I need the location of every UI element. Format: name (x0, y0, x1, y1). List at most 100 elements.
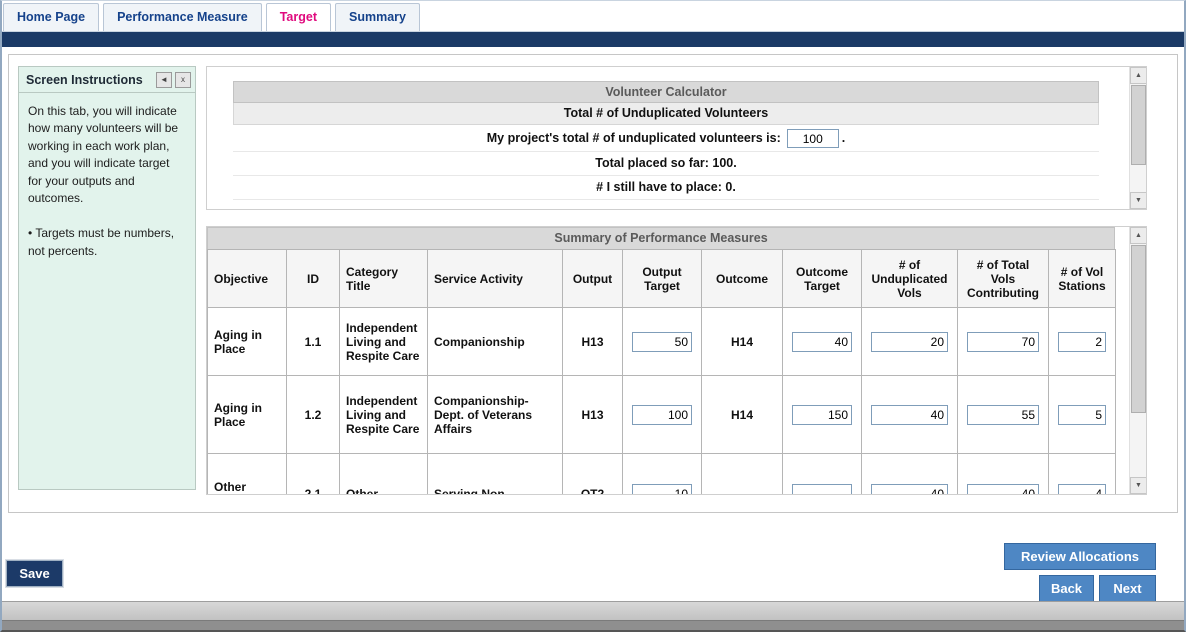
tab-bar: Home Page Performance Measure Target Sum… (2, 1, 1184, 32)
scroll-down-icon[interactable]: ▼ (1130, 477, 1147, 494)
cell-outcome-target (783, 376, 862, 454)
performance-measures-title: Summary of Performance Measures (207, 227, 1115, 249)
save-button[interactable]: Save (6, 560, 63, 587)
calculator-subtitle: Total # of Unduplicated Volunteers (233, 103, 1099, 125)
cell-total-vols (958, 308, 1049, 376)
total-placed-text: Total placed so far: 100. (233, 152, 1099, 176)
instructions-paragraph: On this tab, you will indicate how many … (28, 103, 186, 207)
output-target-input[interactable] (632, 332, 692, 352)
output-target-input[interactable] (632, 405, 692, 425)
total-vols-input[interactable] (967, 405, 1039, 425)
summary-scrollbar-thumb[interactable] (1131, 245, 1146, 413)
unduplicated-volunteers-row: My project's total # of unduplicated vol… (233, 125, 1099, 152)
cell-total-vols (958, 376, 1049, 454)
next-button[interactable]: Next (1099, 575, 1156, 602)
scroll-up-icon[interactable]: ▲ (1130, 227, 1147, 244)
app-window: Home Page Performance Measure Target Sum… (0, 0, 1186, 632)
screen-instructions-panel: Screen Instructions ◄ x On this tab, you… (18, 66, 196, 490)
tab-target[interactable]: Target (266, 3, 331, 31)
col-output-target: Output Target (623, 250, 702, 308)
table-row: Aging in Place 1.1 Independent Living an… (208, 308, 1116, 376)
cell-outcome: H14 (702, 376, 783, 454)
summary-scrollbar[interactable]: ▲ ▼ (1129, 227, 1146, 494)
cell-activity: Companionship-Dept. of Veterans Affairs (428, 376, 563, 454)
total-vols-input[interactable] (967, 484, 1039, 496)
review-allocations-button[interactable]: Review Allocations (1004, 543, 1156, 570)
cell-category: Independent Living and Respite Care (340, 376, 428, 454)
after-input-period: . (842, 131, 845, 145)
unduplicated-volunteers-input[interactable] (787, 129, 839, 148)
table-row: Aging in Place 1.2 Independent Living an… (208, 376, 1116, 454)
cell-objective: Aging in Place (208, 308, 287, 376)
still-to-place-text: # I still have to place: 0. (233, 176, 1099, 200)
scroll-up-icon[interactable]: ▲ (1130, 67, 1147, 84)
outcome-target-input[interactable] (792, 405, 852, 425)
cell-objective: Other Healthy (208, 454, 287, 496)
cell-id: 1.2 (287, 376, 340, 454)
cell-outcome: H14 (702, 308, 783, 376)
back-button[interactable]: Back (1039, 575, 1094, 602)
cell-category: Independent Living and Respite Care (340, 308, 428, 376)
tab-home-page[interactable]: Home Page (3, 3, 99, 31)
calculator-scrollbar-thumb[interactable] (1131, 85, 1146, 165)
col-objective: Objective (208, 250, 287, 308)
cell-unduplicated-vols (862, 308, 958, 376)
cell-outcome-target (783, 308, 862, 376)
instructions-note: • Targets must be numbers, not percents. (28, 225, 186, 260)
col-id: ID (287, 250, 340, 308)
cell-output-target (623, 308, 702, 376)
output-target-input[interactable] (632, 484, 692, 496)
cell-objective: Aging in Place (208, 376, 287, 454)
content-area: Screen Instructions ◄ x On this tab, you… (8, 54, 1178, 513)
header-bar (2, 32, 1184, 47)
unduplicated-vols-input[interactable] (871, 332, 948, 352)
scroll-down-icon[interactable]: ▼ (1130, 192, 1147, 209)
cell-output: H13 (563, 308, 623, 376)
cell-vol-stations (1049, 454, 1116, 496)
bottom-edge (2, 620, 1184, 630)
outcome-target-input[interactable] (792, 332, 852, 352)
performance-measures-table: Objective ID Category Title Service Acti… (207, 249, 1116, 495)
cell-outcome (702, 454, 783, 496)
col-unduplicated-vols: # of Unduplicated Vols (862, 250, 958, 308)
vol-stations-input[interactable] (1058, 332, 1106, 352)
cell-output-target (623, 454, 702, 496)
instructions-collapse-icon[interactable]: ◄ (156, 72, 172, 88)
cell-output: H13 (563, 376, 623, 454)
col-category-title: Category Title (340, 250, 428, 308)
col-output: Output (563, 250, 623, 308)
performance-measures-panel: Summary of Performance Measures Objectiv… (206, 226, 1147, 495)
outcome-target-input[interactable] (792, 484, 852, 496)
calculator-title: Volunteer Calculator (233, 81, 1099, 103)
cell-unduplicated-vols (862, 454, 958, 496)
cell-vol-stations (1049, 308, 1116, 376)
col-vol-stations: # of Vol Stations (1049, 250, 1116, 308)
total-vols-input[interactable] (967, 332, 1039, 352)
cell-output-target (623, 376, 702, 454)
tab-performance-measure[interactable]: Performance Measure (103, 3, 262, 31)
cell-category: Other (340, 454, 428, 496)
col-outcome-target: Outcome Target (783, 250, 862, 308)
status-bar (2, 601, 1184, 620)
instructions-close-icon[interactable]: x (175, 72, 191, 88)
cell-output: OT2 (563, 454, 623, 496)
vol-stations-input[interactable] (1058, 405, 1106, 425)
cell-outcome-target (783, 454, 862, 496)
cell-activity: Serving Non- (428, 454, 563, 496)
col-outcome: Outcome (702, 250, 783, 308)
vol-stations-input[interactable] (1058, 484, 1106, 496)
unduplicated-vols-input[interactable] (871, 484, 948, 496)
tab-summary[interactable]: Summary (335, 3, 420, 31)
volunteer-calculator-table: Volunteer Calculator Total # of Unduplic… (233, 81, 1099, 200)
cell-total-vols (958, 454, 1049, 496)
cell-id: 2.1 (287, 454, 340, 496)
unduplicated-volunteers-label: My project's total # of unduplicated vol… (487, 131, 781, 145)
screen-instructions-header: Screen Instructions ◄ x (19, 67, 195, 93)
cell-activity: Companionship (428, 308, 563, 376)
table-row: Other Healthy 2.1 Other Serving Non- OT2 (208, 454, 1116, 496)
calculator-scrollbar[interactable]: ▲ ▼ (1129, 67, 1146, 209)
unduplicated-vols-input[interactable] (871, 405, 948, 425)
table-header-row: Objective ID Category Title Service Acti… (208, 250, 1116, 308)
col-total-vols-contributing: # of Total Vols Contributing (958, 250, 1049, 308)
cell-vol-stations (1049, 376, 1116, 454)
